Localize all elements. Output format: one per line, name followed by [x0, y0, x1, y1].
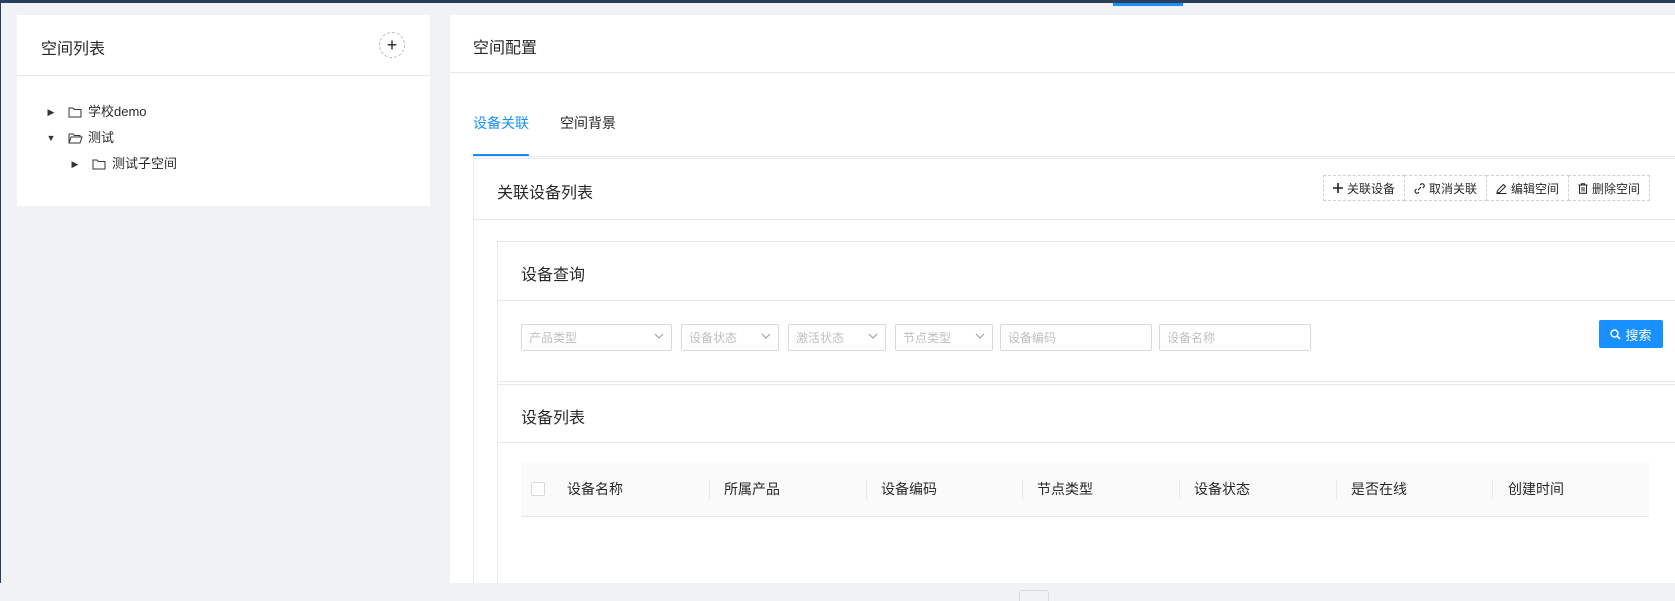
caret-down-icon[interactable]: ▼	[44, 133, 58, 143]
add-space-button[interactable]: +	[379, 32, 405, 58]
caret-right-icon[interactable]: ▶	[44, 107, 58, 118]
tree-node-label: 学校demo	[88, 104, 147, 119]
activation-status-select[interactable]: 激活状态	[788, 324, 886, 351]
delete-icon	[1578, 182, 1588, 194]
app-frame-edge	[0, 0, 1, 583]
space-config-title: 空间配置	[473, 40, 538, 57]
plus-icon	[1333, 183, 1343, 193]
search-button[interactable]: 搜索	[1599, 320, 1663, 348]
tree-node-test-subspace[interactable]: ▶ 测试子空间	[68, 152, 177, 176]
device-name-placeholder: 设备名称	[1167, 331, 1216, 345]
chevron-down-icon	[868, 333, 878, 339]
tree-node-test[interactable]: ▼ 测试	[44, 126, 114, 150]
column-divider	[866, 479, 867, 499]
product-type-placeholder: 产品类型	[529, 331, 578, 345]
associated-devices-title: 关联设备列表	[497, 185, 594, 202]
device-query-card: 设备查询 产品类型 设备状态 激活状态 节点类型 设备编码 设备名称 搜索	[497, 241, 1675, 382]
chevron-down-icon	[975, 333, 985, 339]
delete-space-button[interactable]: 删除空间	[1568, 175, 1651, 201]
folder-icon	[68, 104, 84, 120]
device-code-placeholder: 设备编码	[1008, 331, 1057, 345]
space-list-header: 空间列表 +	[17, 15, 430, 76]
associated-devices-card: 关联设备列表 关联设备 取消关联 编辑空间 删除空间 设备查询 产品类型 设备状…	[473, 158, 1675, 601]
edit-space-label: 编辑空间	[1511, 181, 1560, 196]
node-type-select[interactable]: 节点类型	[895, 324, 993, 351]
product-type-select[interactable]: 产品类型	[521, 324, 672, 351]
column-header[interactable]: 设备状态	[1194, 462, 1250, 516]
search-label: 搜索	[1625, 327, 1652, 343]
column-divider	[1492, 479, 1493, 499]
select-all-checkbox[interactable]	[531, 482, 545, 496]
device-list-card: 设备列表 设备名称 所属产品 设备编码 节点类型 设备状态 是否在线 创建时间	[497, 384, 1675, 601]
folder-open-icon	[68, 130, 84, 146]
space-list-title: 空间列表	[41, 41, 106, 58]
column-header[interactable]: 创建时间	[1508, 462, 1564, 516]
device-name-input[interactable]: 设备名称	[1159, 324, 1311, 351]
associated-devices-header: 关联设备列表 关联设备 取消关联 编辑空间 删除空间	[474, 159, 1675, 220]
device-query-title: 设备查询	[521, 267, 586, 284]
device-list-header: 设备列表	[498, 385, 1675, 443]
edit-icon	[1496, 183, 1507, 194]
device-code-input[interactable]: 设备编码	[1000, 324, 1152, 351]
caret-right-icon[interactable]: ▶	[68, 159, 82, 170]
associate-device-button[interactable]: 关联设备	[1323, 175, 1406, 201]
plus-icon: +	[386, 35, 398, 55]
config-tabs: 设备关联 空间背景	[473, 103, 1675, 157]
device-list-title: 设备列表	[521, 410, 586, 427]
device-query-header: 设备查询	[498, 242, 1675, 301]
top-nav-active-indicator	[1113, 3, 1183, 6]
column-header[interactable]: 所属产品	[724, 462, 780, 516]
node-type-placeholder: 节点类型	[903, 331, 952, 345]
top-navigation-bar	[0, 0, 1675, 3]
activation-status-placeholder: 激活状态	[796, 331, 845, 345]
empty-state-icon	[1019, 590, 1049, 601]
tab-space-background[interactable]: 空间背景	[560, 103, 616, 143]
space-config-panel: 空间配置 设备关联 空间背景 关联设备列表 关联设备 取消关联 编辑空间 删除空…	[450, 15, 1675, 601]
associate-device-label: 关联设备	[1347, 181, 1396, 196]
column-header[interactable]: 设备编码	[881, 462, 937, 516]
tab-device-association[interactable]: 设备关联	[473, 103, 529, 143]
tree-node-label: 测试	[88, 130, 115, 145]
column-divider	[1179, 479, 1180, 499]
folder-icon	[92, 156, 108, 172]
column-header[interactable]: 是否在线	[1351, 462, 1407, 516]
chevron-down-icon	[654, 333, 664, 339]
unlink-icon	[1414, 182, 1425, 194]
search-icon	[1610, 328, 1622, 340]
delete-space-label: 删除空间	[1592, 181, 1641, 196]
column-divider	[709, 479, 710, 499]
edit-space-button[interactable]: 编辑空间	[1486, 175, 1570, 201]
device-actions: 关联设备 取消关联 编辑空间 删除空间	[1323, 175, 1651, 201]
column-header[interactable]: 设备名称	[567, 462, 623, 516]
tree-node-school-demo[interactable]: ▶ 学校demo	[44, 100, 147, 124]
chevron-down-icon	[761, 333, 771, 339]
device-status-placeholder: 设备状态	[689, 331, 738, 345]
tree-node-label: 测试子空间	[112, 156, 178, 171]
device-table-header: 设备名称 所属产品 设备编码 节点类型 设备状态 是否在线 创建时间	[521, 462, 1649, 517]
column-divider	[1336, 479, 1337, 499]
column-header[interactable]: 节点类型	[1037, 462, 1093, 516]
column-divider	[1022, 479, 1023, 499]
tab-active-ink	[473, 154, 529, 156]
disassociate-button[interactable]: 取消关联	[1404, 175, 1488, 201]
space-list-panel: 空间列表 + ▶ 学校demo ▼ 测试 ▶ 测试子空间	[17, 15, 430, 206]
device-status-select[interactable]: 设备状态	[681, 324, 779, 351]
space-config-header: 空间配置	[450, 15, 1675, 73]
disassociate-label: 取消关联	[1429, 181, 1478, 196]
